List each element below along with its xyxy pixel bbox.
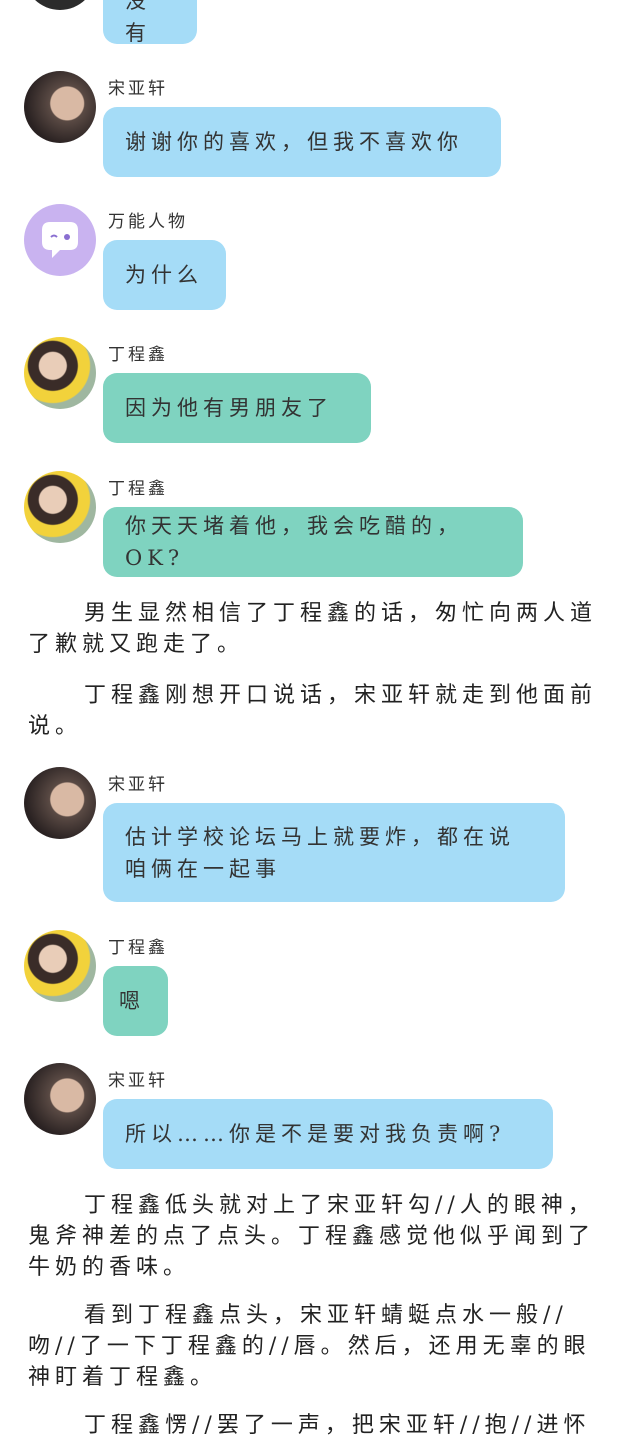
message-bubble: 为什么 [103,240,226,310]
message-bubble: 没有 [103,0,197,45]
message-text: 因为他有男朋友了 [125,396,333,420]
message-text: 为什么 [125,263,203,287]
speaker-name: 万能人物 [108,212,188,232]
speaker-name: 丁程鑫 [108,479,168,499]
speaker-name: 丁程鑫 [108,938,168,958]
avatar [24,337,96,409]
story-paragraph: 丁程鑫刚想开口说话，宋亚轩就走到他面前说。 [28,683,598,739]
speaker-name: 宋亚轩 [108,1071,168,1091]
message-text: 没有 [125,0,151,45]
story-paragraph: 男生显然相信了丁程鑫的话，匆忙向两人道了歉就又跑走了。 [28,601,598,657]
avatar [24,930,96,1002]
message-bubble: 嗯 [103,966,168,1036]
message-bubble: 估计学校论坛马上就要炸，都在说 咱俩在一起事 [103,803,565,902]
message-bubble: 你天天堵着他，我会吃醋的，OK? [103,507,523,577]
avatar [24,204,96,276]
avatar [24,71,96,143]
speaker-name: 宋亚轩 [108,79,168,99]
story-paragraph: 丁程鑫低头就对上了宋亚轩勾//人的眼神，鬼斧神差的点了点头。丁程鑫感觉他似乎闻到… [28,1193,596,1280]
message-text-line: 估计学校论坛马上就要炸，都在说 [125,824,515,849]
avatar [24,471,96,543]
message-text-line: 咱俩在一起事 [125,856,281,881]
avatar [24,1063,96,1135]
speaker-name: 丁程鑫 [108,345,168,365]
message-text: 嗯 [119,989,145,1013]
message-bubble: 所以……你是不是要对我负责啊? [103,1099,553,1169]
avatar [24,767,96,839]
message-bubble: 因为他有男朋友了 [103,373,371,443]
message-text: 你天天堵着他，我会吃醋的，OK? [125,514,463,570]
message-text: 所以……你是不是要对我负责啊? [125,1122,506,1146]
story-paragraph: 丁程鑫愣//罢了一声，把宋亚轩//抱//进怀 [84,1413,591,1438]
story-paragraph: 看到丁程鑫点头，宋亚轩蜻蜓点水一般//吻//了一下丁程鑫的//唇。然后，还用无辜… [28,1303,591,1390]
speaker-name: 宋亚轩 [108,775,168,795]
chat-bubble-icon [42,222,78,258]
avatar [24,0,96,10]
message-bubble: 谢谢你的喜欢，但我不喜欢你 [103,107,501,177]
message-text: 谢谢你的喜欢，但我不喜欢你 [125,130,463,154]
